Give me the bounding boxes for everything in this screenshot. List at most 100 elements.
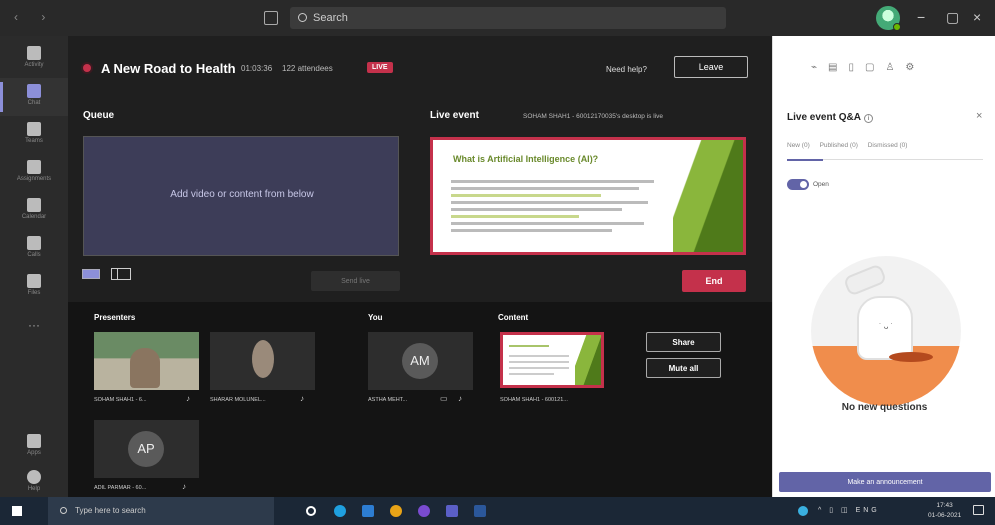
teams-icon	[27, 122, 41, 136]
maximize-button[interactable]: ▢	[946, 9, 959, 26]
taskbar-clock[interactable]: 17:43 01-06-2021	[928, 501, 961, 521]
network-icon[interactable]	[798, 506, 808, 516]
search-icon	[60, 507, 67, 514]
mail-icon[interactable]	[362, 505, 374, 517]
qa-tabs: New (0) Published (0) Dismissed (0)	[787, 142, 983, 160]
close-button[interactable]: ×	[973, 9, 981, 25]
share-button[interactable]: Share	[646, 332, 721, 352]
qa-open-toggle[interactable]	[787, 179, 809, 190]
slide-decoration	[673, 140, 743, 252]
rail-item-files[interactable]: Files	[0, 268, 68, 306]
live-status-text: SOHAM SHAH1 - 60012170035's desktop is l…	[523, 113, 663, 120]
presenter-tile-3[interactable]: AP	[94, 420, 199, 478]
rail-item-teams[interactable]: Teams	[0, 116, 68, 154]
clock-time: 17:43	[936, 502, 953, 509]
search-placeholder: Search	[313, 12, 348, 24]
content-name: SOHAM SHAH1 - 600121...	[500, 397, 568, 403]
mic-muted-icon[interactable]: ♪	[300, 394, 304, 403]
live-event-heading: Live event	[430, 110, 479, 121]
edge-icon[interactable]	[334, 505, 346, 517]
presenter-name-1: SOHAM SHAH1 - 6...	[94, 397, 147, 403]
calendar-icon	[27, 198, 41, 212]
teams-window: ‹ › Search − ▢ × Activity Chat Teams Ass…	[0, 0, 995, 525]
mic-muted-icon[interactable]: ♪	[182, 482, 186, 491]
close-icon[interactable]: ×	[976, 110, 982, 122]
chat-icon[interactable]: ▤	[828, 62, 848, 73]
system-tray[interactable]: ^ ▯ ◫ ENG	[818, 506, 880, 514]
search-input[interactable]: Search	[290, 7, 726, 29]
recording-icon	[83, 64, 91, 72]
bell-icon	[27, 46, 41, 60]
notes-icon[interactable]: ▯	[848, 62, 865, 73]
mute-all-button[interactable]: Mute all	[646, 358, 721, 378]
mic-muted-icon[interactable]: ♪	[458, 394, 462, 403]
media-icon[interactable]	[418, 505, 430, 517]
send-live-button[interactable]: Send live	[311, 271, 400, 291]
you-avatar: AM	[402, 343, 438, 379]
presenter-tile-1[interactable]	[94, 332, 199, 390]
leave-button[interactable]: Leave	[674, 56, 748, 78]
need-help-link[interactable]: Need help?	[606, 65, 647, 74]
event-title: A New Road to Health	[101, 61, 236, 76]
word-icon[interactable]	[474, 505, 486, 517]
presenter-avatar-3: AP	[128, 431, 164, 467]
qa-icon[interactable]: ▢	[865, 62, 885, 73]
title-bar: ‹ › Search − ▢ ×	[0, 0, 995, 36]
notification-icon[interactable]	[973, 505, 984, 515]
producer-view: A New Road to Health 01:03:36 122 attend…	[68, 36, 772, 497]
taskbar-search[interactable]: Type here to search	[48, 497, 274, 525]
info-icon[interactable]: i	[863, 114, 873, 123]
assignments-icon	[27, 160, 41, 174]
qa-title: Live event Q&A i	[787, 112, 873, 123]
presenter-name-2: SHARAR MOLUNEL...	[210, 397, 266, 403]
split-layout-icon[interactable]	[111, 268, 131, 280]
phone-icon	[27, 236, 41, 250]
minimize-button[interactable]: −	[917, 9, 925, 25]
rail-item-assignments[interactable]: Assignments	[0, 154, 68, 192]
cortana-icon[interactable]	[306, 506, 316, 516]
screen-share-icon[interactable]: ▭	[440, 394, 448, 403]
settings-icon[interactable]: ⚙	[905, 62, 925, 73]
qa-pane: ⌁▤▯▢♙⚙ Live event Q&A i × New (0) Publish…	[772, 36, 995, 497]
content-heading: Content	[498, 313, 529, 322]
you-tile[interactable]: AM	[368, 332, 473, 390]
user-avatar[interactable]	[876, 6, 901, 31]
health-icon[interactable]: ⌁	[811, 62, 828, 73]
chrome-icon[interactable]	[390, 505, 402, 517]
live-preview: What is Artificial Intelligence (AI)?	[430, 137, 746, 255]
chat-icon	[27, 84, 41, 98]
more-apps-button[interactable]: ···	[0, 318, 68, 332]
mic-icon[interactable]: ♪	[186, 394, 190, 403]
queue-heading: Queue	[83, 110, 115, 121]
single-layout-icon[interactable]	[82, 269, 100, 279]
windows-start-icon[interactable]	[12, 506, 22, 516]
tab-new[interactable]: New (0)	[787, 142, 810, 149]
live-badge: LIVE	[367, 62, 393, 73]
taskbar-search-placeholder: Type here to search	[75, 506, 146, 515]
you-heading: You	[368, 313, 383, 322]
rail-item-calendar[interactable]: Calendar	[0, 192, 68, 230]
rail-item-chat[interactable]: Chat	[0, 78, 68, 116]
rail-item-calls[interactable]: Calls	[0, 230, 68, 268]
back-forward-nav[interactable]: ‹ ›	[14, 10, 55, 24]
attendees-icon[interactable]: ♙	[885, 62, 905, 73]
compose-icon[interactable]	[264, 11, 278, 25]
file-icon	[27, 274, 41, 288]
event-header: A New Road to Health 01:03:36 122 attend…	[68, 36, 772, 96]
content-tile[interactable]	[500, 332, 604, 388]
app-rail: Activity Chat Teams Assignments Calendar…	[0, 36, 68, 497]
make-announcement-button[interactable]: Make an announcement	[779, 472, 991, 492]
tab-published[interactable]: Published (0)	[820, 142, 858, 149]
presenter-tile-2[interactable]	[210, 332, 315, 390]
end-button[interactable]: End	[682, 270, 746, 292]
clock-date: 01-06-2021	[928, 512, 962, 519]
rail-item-activity[interactable]: Activity	[0, 40, 68, 78]
queue-preview[interactable]: Add video or content from below	[83, 136, 399, 256]
tab-dismissed[interactable]: Dismissed (0)	[868, 142, 908, 149]
apps-icon	[27, 434, 41, 448]
event-timer: 01:03:36	[241, 64, 273, 73]
slide-title: What is Artificial Intelligence (AI)?	[453, 154, 599, 164]
you-name: ASTHA MEHT...	[368, 397, 408, 403]
rail-item-apps[interactable]: Apps	[0, 428, 68, 466]
teams-taskbar-icon[interactable]	[446, 505, 458, 517]
